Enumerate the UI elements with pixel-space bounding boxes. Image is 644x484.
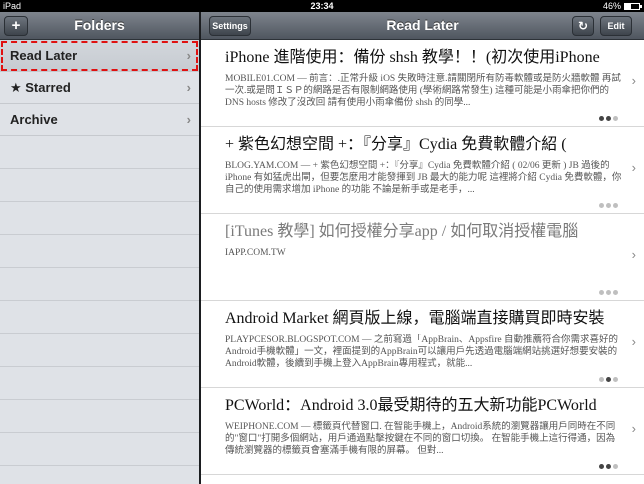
battery-percent: 46% <box>602 1 621 11</box>
chevron-right-icon: › <box>631 160 636 175</box>
folder-label: Read Later <box>10 48 78 63</box>
article-item[interactable]: Android Market 網頁版上線，電腦端直接購買即時安裝 PLAYPCE… <box>201 301 644 388</box>
folder-label: Archive <box>10 112 58 127</box>
chevron-right-icon: › <box>186 48 191 63</box>
empty-list-rows <box>0 136 199 484</box>
article-snippet: PLAYPCESOR.BLOGSPOT.COM — 之前寫過「AppBrain、… <box>225 335 618 369</box>
clock: 23:34 <box>310 1 334 11</box>
article-item[interactable]: [iTunes 教學] 如何授權分享app / 如何取消授權電腦 IAPP.CO… <box>201 214 644 301</box>
article-item[interactable]: iPhone 進階使用：備份 shsh 教學！！(初次使用iPhone MOBI… <box>201 40 644 127</box>
folder-list: Read Later › ★ Starred › Archive › <box>0 40 199 136</box>
folders-title: Folders <box>74 17 125 33</box>
article-snippet: IAPP.COM.TW <box>225 248 286 258</box>
chevron-right-icon: › <box>631 247 636 262</box>
chevron-right-icon: › <box>186 112 191 127</box>
article-snippet: BLOG.YAM.COM — + 紫色幻想空間 +：『分享』Cydia 免費軟體… <box>225 161 622 195</box>
chevron-right-icon: › <box>631 334 636 349</box>
chevron-right-icon: › <box>631 421 636 436</box>
status-bar: iPad 23:34 46% <box>0 0 644 12</box>
article-title: iPhone 進階使用：備份 shsh 教學！！(初次使用iPhone <box>225 49 600 66</box>
folders-navbar: + Folders <box>0 12 199 40</box>
reader-navbar: Settings Read Later ↻ Edit <box>201 12 644 40</box>
article-title: PCWorld：Android 3.0最受期待的五大新功能PCWorld <box>225 397 597 414</box>
battery-icon <box>624 2 642 10</box>
article-title: Android Market 網頁版上線，電腦端直接購買即時安裝 <box>225 310 605 327</box>
refresh-icon[interactable]: ↻ <box>572 16 594 36</box>
chevron-right-icon: › <box>186 80 191 95</box>
page-dots-icon <box>599 203 618 208</box>
article-item[interactable]: PCWorld：Android 3.0最受期待的五大新功能PCWorld WEI… <box>201 388 644 475</box>
article-title: [iTunes 教學] 如何授權分享app / 如何取消授權電腦 <box>225 223 579 240</box>
edit-button[interactable]: Edit <box>600 16 632 36</box>
chevron-right-icon: › <box>631 73 636 88</box>
page-dots-icon <box>599 290 618 295</box>
article-title: + 紫色幻想空間 +：『分享』Cydia 免費軟體介紹 ( <box>225 136 567 153</box>
status-right: 46% <box>602 0 642 12</box>
article-snippet: WEIPHONE.COM — 標籤頁代替窗口. 在智能手機上，Android系統… <box>225 422 616 456</box>
folder-item-read-later[interactable]: Read Later › <box>0 40 199 72</box>
reader-panel: Settings Read Later ↻ Edit iPhone 進階使用：備… <box>201 12 644 484</box>
folder-item-starred[interactable]: ★ Starred › <box>0 72 199 104</box>
page-dots-icon <box>599 377 618 382</box>
article-item[interactable]: + 紫色幻想空間 +：『分享』Cydia 免費軟體介紹 ( BLOG.YAM.C… <box>201 127 644 214</box>
article-snippet: MOBILE01.COM — 前言：.正常升級 iOS 失敗時注意.請關閉所有防… <box>225 74 621 108</box>
folder-item-archive[interactable]: Archive › <box>0 104 199 136</box>
page-dots-icon <box>599 464 618 469</box>
folder-label: ★ Starred <box>10 80 71 95</box>
folders-panel: + Folders Read Later › ★ Starred › Archi… <box>0 12 199 484</box>
page-dots-icon <box>599 116 618 121</box>
